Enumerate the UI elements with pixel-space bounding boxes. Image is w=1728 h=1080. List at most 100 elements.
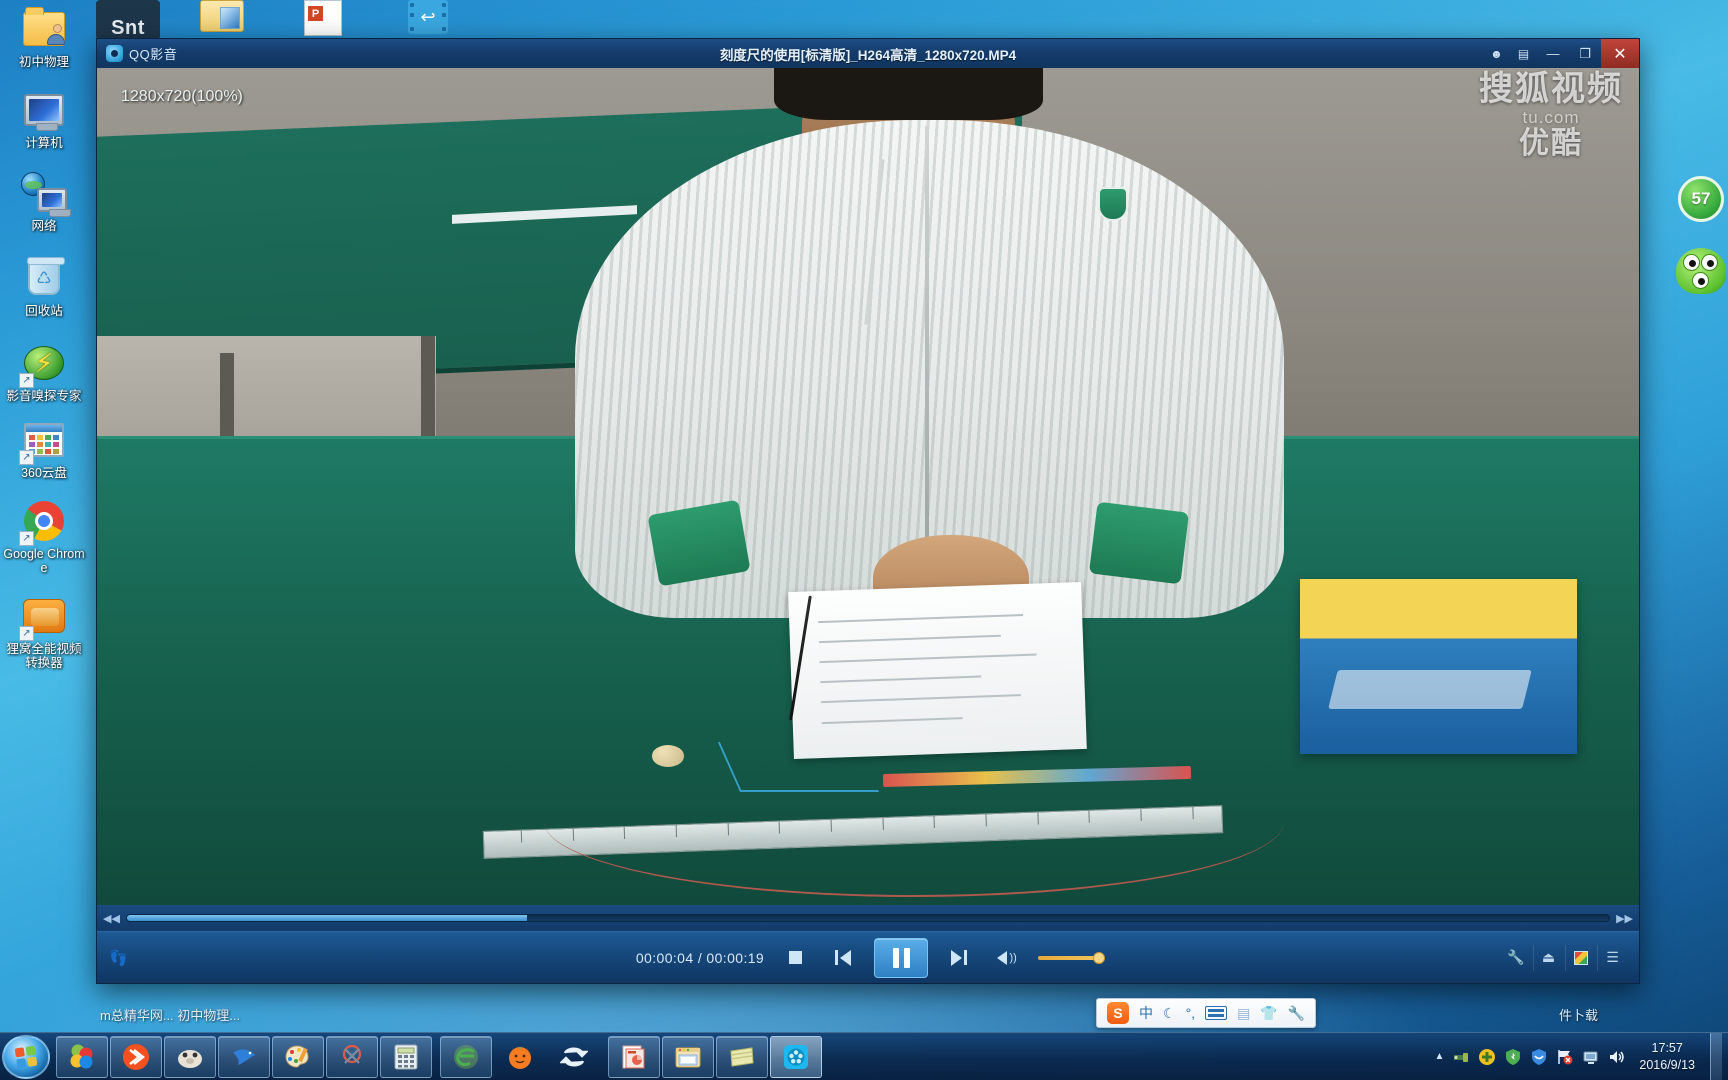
ime-settings-icon[interactable]: 🔧	[1288, 1005, 1305, 1022]
ime-punctuation-icon[interactable]: °,	[1186, 1005, 1196, 1021]
tray-usb-icon[interactable]	[1451, 1047, 1470, 1066]
stop-button[interactable]	[778, 941, 812, 975]
taskbar-sync-app[interactable]	[548, 1036, 600, 1078]
paint-palette-icon	[283, 1042, 313, 1072]
taskbar-vlc-like[interactable]	[110, 1035, 162, 1078]
tray-update-icon[interactable]	[1477, 1047, 1496, 1066]
player-controls[interactable]: 👣 00:00:04 / 00:00:19 )) 🔧 ⏏ ☰	[97, 931, 1639, 983]
ime-moon-icon[interactable]: ☾	[1163, 1005, 1176, 1022]
calculator-icon	[391, 1042, 421, 1072]
tray-antivirus-icon[interactable]	[1529, 1047, 1548, 1066]
tray-360-shield-icon[interactable]	[1503, 1047, 1522, 1066]
cloud-disk-icon: ↗	[19, 417, 67, 465]
settings-wrench-icon[interactable]: 🔧	[1501, 945, 1531, 971]
taskbar-items	[56, 1035, 822, 1078]
taskbar-clock[interactable]: 17:57 2016/9/13	[1633, 1040, 1703, 1074]
notes-icon	[727, 1042, 757, 1072]
desktop-top-icon-row: Snt ↩	[96, 0, 464, 40]
controls-center: 00:00:04 / 00:00:19 ))	[97, 937, 1639, 978]
taskbar-orange-app[interactable]	[494, 1036, 546, 1078]
shortcut-overlay-icon: ↗	[19, 626, 34, 641]
ime-mode-chinese[interactable]: 中	[1139, 1003, 1153, 1023]
chrome-icon: ↗	[19, 498, 67, 546]
computer-icon	[21, 87, 67, 133]
desktop-icon-video-converter[interactable]: ↗ 狸窝全能视频转换器	[0, 593, 88, 670]
desktop[interactable]: Snt ↩ 初中物理 计算机	[0, 0, 1728, 1080]
restore-icon[interactable]: ❐	[1569, 39, 1601, 68]
resolution-badge: 1280x720(100%)	[121, 88, 243, 105]
start-button[interactable]	[2, 1034, 50, 1079]
desktop-icon-folder[interactable]	[200, 0, 256, 38]
taskbar-qq-player[interactable]	[770, 1035, 822, 1078]
feedback-icon[interactable]: ▤	[1510, 39, 1537, 68]
desktop-icon-google-chrome[interactable]: ↗ Google Chrome	[0, 498, 88, 575]
desktop-icon-recycle-bin[interactable]: ♺ 回收站	[0, 255, 88, 318]
qq-player-window[interactable]: QQ影音 刻度尺的使用[标清版]_H264高清_1280x720.MP4 ☻ ▤…	[96, 38, 1640, 984]
qq-player-taskbar-icon	[781, 1042, 811, 1072]
tray-overflow-icon[interactable]: ▲	[1434, 1051, 1444, 1062]
sogou-ime-toolbar[interactable]: S 中 ☾ °, ▤ 👕 🔧	[1096, 998, 1317, 1028]
next-button[interactable]	[942, 941, 976, 975]
volume-icon[interactable]: ))	[990, 941, 1024, 975]
minimize-icon[interactable]: —	[1537, 39, 1569, 68]
close-icon[interactable]: ✕	[1601, 39, 1639, 68]
screenshot-color-icon[interactable]	[1565, 944, 1595, 971]
desktop-icon-physics-folder[interactable]: 初中物理	[0, 6, 88, 69]
desktop-icon-ppt-doc[interactable]	[304, 0, 360, 38]
ime-skin-icon[interactable]: 👕	[1260, 1005, 1277, 1022]
ime-soft-keyboard-icon[interactable]	[1205, 1006, 1228, 1020]
progress-fill	[126, 915, 528, 921]
video-surface[interactable]: 1280x720(100%) 搜狐视频 t​u.com 优酷	[97, 68, 1639, 905]
sogou-logo-icon[interactable]: S	[1107, 1002, 1129, 1024]
lightning-app-icon: ⚡ ↗	[19, 340, 67, 388]
taskbar-snipping-tool[interactable]	[326, 1035, 378, 1078]
desktop-icon-computer[interactable]: 计算机	[0, 87, 88, 150]
taskbar-file-explorer[interactable]	[662, 1035, 714, 1078]
volume-slider[interactable]	[1038, 951, 1106, 964]
tray-action-center-icon[interactable]	[1555, 1047, 1574, 1066]
previous-button[interactable]	[826, 941, 860, 975]
ime-toolbox-icon[interactable]: ▤	[1237, 1005, 1250, 1022]
folder-user-icon	[21, 6, 67, 52]
taskbar-aero-colors[interactable]	[56, 1035, 108, 1078]
desktop-icon-network[interactable]: 网络	[0, 170, 88, 233]
progress-slider[interactable]	[125, 914, 1611, 922]
footprint-icon[interactable]: 👣	[109, 949, 128, 967]
seek-forward-icon[interactable]: ▶▶	[1616, 912, 1633, 925]
desktop-icon-media-sniffer[interactable]: ⚡ ↗ 影音嗅探专家	[0, 340, 88, 403]
player-progress-row[interactable]: ◀◀ ▶▶	[97, 905, 1639, 931]
desktop-icon-snt[interactable]: Snt	[96, 0, 160, 40]
playlist-icon[interactable]: ☰	[1597, 944, 1627, 971]
player-titlebar[interactable]: QQ影音 刻度尺的使用[标清版]_H264高清_1280x720.MP4 ☻ ▤…	[97, 39, 1639, 68]
tray-network-icon[interactable]	[1581, 1047, 1600, 1066]
status-left-text: m总精华网... 初中物理...	[100, 1007, 241, 1023]
network-icon	[21, 170, 71, 217]
taskbar-ie-browser[interactable]	[440, 1035, 492, 1078]
taskbar-bird-app[interactable]	[218, 1035, 270, 1078]
eject-icon[interactable]: ⏏	[1533, 944, 1563, 971]
file-explorer-icon	[673, 1042, 703, 1072]
desktop-icon-label: 影音嗅探专家	[6, 389, 82, 403]
desktop-icon-360-cloud[interactable]: ↗ 360云盘	[0, 417, 88, 480]
seek-back-icon[interactable]: ◀◀	[103, 912, 120, 925]
play-pause-button[interactable]	[874, 937, 929, 978]
powerpoint-document-icon	[304, 0, 342, 36]
green-mascot-icon[interactable]	[1676, 248, 1726, 294]
folder-icon	[200, 0, 244, 32]
green-score-badge[interactable]: 57	[1678, 176, 1724, 222]
system-tray: ▲ 17:57 2016/9/13	[1434, 1033, 1728, 1080]
taskbar-powerpoint[interactable]	[608, 1035, 660, 1078]
desktop-icon-video-convert[interactable]: ↩	[408, 0, 464, 38]
taskbar[interactable]: ▲ 17:57 2016/9/13	[0, 1032, 1728, 1080]
taskbar-notes-app[interactable]	[716, 1035, 768, 1078]
chat-icon[interactable]: ☻	[1483, 39, 1510, 68]
titlebar-left: QQ影音	[97, 44, 177, 63]
desktop-icon-label: 狸窝全能视频转换器	[6, 642, 82, 670]
show-desktop-button[interactable]	[1710, 1033, 1722, 1080]
desktop-icon-label: 360云盘	[21, 466, 67, 480]
recycle-bin-icon: ♺	[21, 255, 67, 301]
taskbar-calculator[interactable]	[380, 1035, 432, 1078]
taskbar-hamster-app[interactable]	[164, 1035, 216, 1078]
tray-volume-icon[interactable]	[1607, 1047, 1626, 1066]
taskbar-paint-app[interactable]	[272, 1035, 324, 1078]
